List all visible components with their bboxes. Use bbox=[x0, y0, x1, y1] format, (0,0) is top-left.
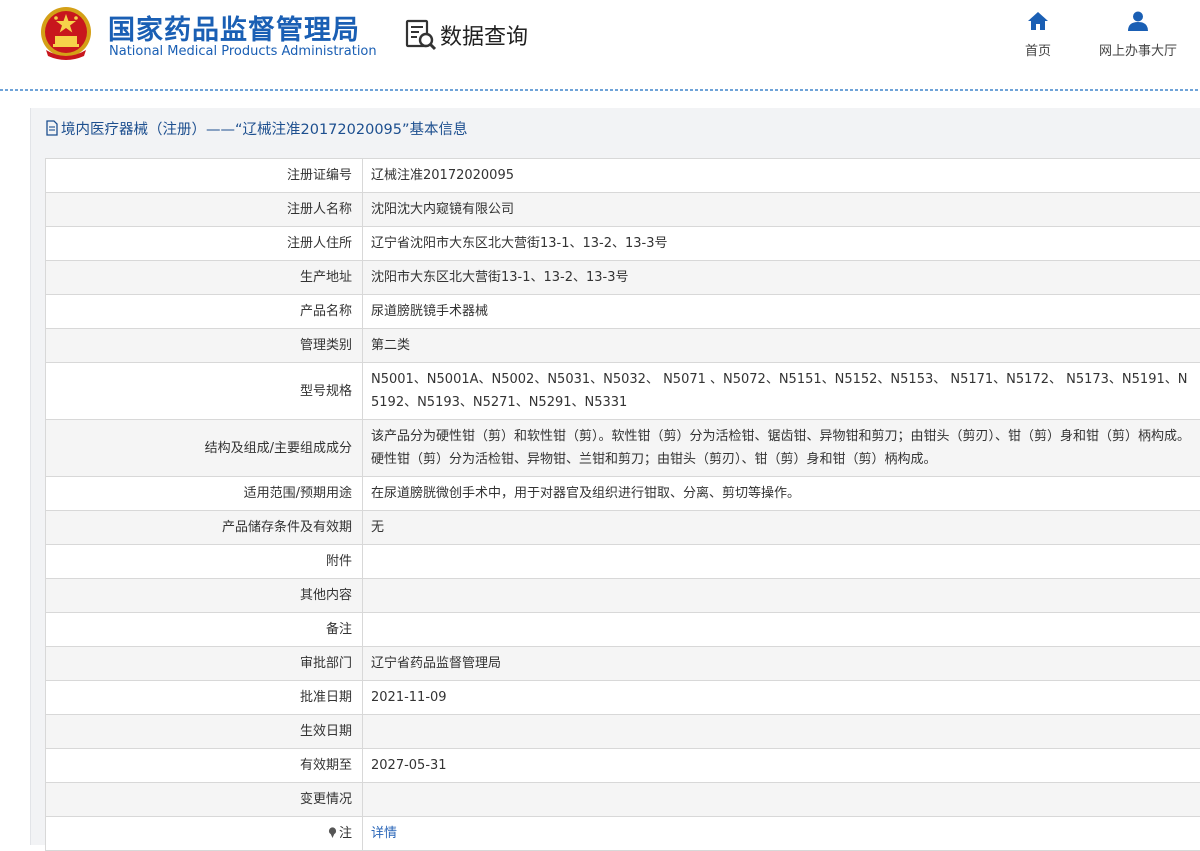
row-value: 沈阳市大东区北大营街13-1、13-2、13-3号 bbox=[363, 261, 1200, 295]
row-value: 2027-05-31 bbox=[363, 749, 1200, 783]
row-value: 2021-11-09 bbox=[363, 681, 1200, 715]
document-search-icon bbox=[404, 18, 438, 52]
row-label: 生效日期 bbox=[46, 715, 363, 749]
row-label: 生产地址 bbox=[46, 261, 363, 295]
header-divider bbox=[0, 89, 1200, 91]
user-icon bbox=[1126, 10, 1150, 32]
table-row: 产品储存条件及有效期 无 bbox=[46, 511, 1200, 545]
row-value bbox=[363, 783, 1200, 817]
national-emblem-icon bbox=[40, 6, 92, 60]
note-value-cell: 详情 bbox=[363, 817, 1200, 851]
row-label: 有效期至 bbox=[46, 749, 363, 783]
row-label: 变更情况 bbox=[46, 783, 363, 817]
nav-online-service-hall-label: 网上办事大厅 bbox=[1093, 40, 1183, 59]
nav-online-service-hall[interactable]: 网上办事大厅 bbox=[1093, 10, 1183, 59]
row-label: 产品名称 bbox=[46, 295, 363, 329]
table-row: 注册人名称 沈阳沈大内窥镜有限公司 bbox=[46, 193, 1200, 227]
row-value: 沈阳沈大内窥镜有限公司 bbox=[363, 193, 1200, 227]
note-label-cell: 注 bbox=[46, 817, 363, 851]
row-value bbox=[363, 715, 1200, 749]
table-row: 附件 bbox=[46, 545, 1200, 579]
panel-header: 境内医疗器械（注册）——“辽械注准20172020095”基本信息 bbox=[31, 108, 1200, 148]
table-row: 生效日期 bbox=[46, 715, 1200, 749]
row-label: 型号规格 bbox=[46, 363, 363, 420]
table-row: 变更情况 bbox=[46, 783, 1200, 817]
row-value: 辽械注准20172020095 bbox=[363, 159, 1200, 193]
note-label: 注 bbox=[339, 826, 352, 841]
row-value bbox=[363, 545, 1200, 579]
row-label: 管理类别 bbox=[46, 329, 363, 363]
table-row: 生产地址 沈阳市大东区北大营街13-1、13-2、13-3号 bbox=[46, 261, 1200, 295]
row-label: 批准日期 bbox=[46, 681, 363, 715]
data-query-link[interactable]: 数据查询 bbox=[404, 18, 528, 52]
home-icon bbox=[1026, 10, 1050, 32]
table-row: 注册证编号 辽械注准20172020095 bbox=[46, 159, 1200, 193]
row-value: 该产品分为硬性钳（剪）和软性钳（剪）。软性钳（剪）分为活检钳、锯齿钳、异物钳和剪… bbox=[363, 420, 1200, 477]
row-value: 辽宁省沈阳市大东区北大营街13-1、13-2、13-3号 bbox=[363, 227, 1200, 261]
table-row: 产品名称 尿道膀胱镜手术器械 bbox=[46, 295, 1200, 329]
pin-icon bbox=[328, 827, 337, 838]
row-label: 备注 bbox=[46, 613, 363, 647]
site-header: 国家药品监督管理局 National Medical Products Admi… bbox=[0, 0, 1200, 90]
row-label: 注册人住所 bbox=[46, 227, 363, 261]
org-name-en: National Medical Products Administration bbox=[109, 44, 377, 59]
row-value bbox=[363, 579, 1200, 613]
row-label: 适用范围/预期用途 bbox=[46, 477, 363, 511]
document-icon bbox=[45, 120, 59, 136]
registration-info-table: 注册证编号 辽械注准20172020095 注册人名称 沈阳沈大内窥镜有限公司 … bbox=[45, 158, 1200, 851]
row-label: 产品储存条件及有效期 bbox=[46, 511, 363, 545]
row-value: 尿道膀胱镜手术器械 bbox=[363, 295, 1200, 329]
row-label: 附件 bbox=[46, 545, 363, 579]
details-link[interactable]: 详情 bbox=[371, 826, 397, 841]
nav-home-label: 首页 bbox=[993, 40, 1083, 59]
detail-panel: 境内医疗器械（注册）——“辽械注准20172020095”基本信息 注册证编号 … bbox=[30, 108, 1200, 845]
table-row: 适用范围/预期用途 在尿道膀胱微创手术中，用于对器官及组织进行钳取、分离、剪切等… bbox=[46, 477, 1200, 511]
row-value bbox=[363, 613, 1200, 647]
row-label: 审批部门 bbox=[46, 647, 363, 681]
row-value: 在尿道膀胱微创手术中，用于对器官及组织进行钳取、分离、剪切等操作。 bbox=[363, 477, 1200, 511]
table-row: 型号规格 N5001、N5001A、N5002、N5031、N5032、 N50… bbox=[46, 363, 1200, 420]
row-label: 结构及组成/主要组成成分 bbox=[46, 420, 363, 477]
table-row: 批准日期 2021-11-09 bbox=[46, 681, 1200, 715]
table-row: 备注 bbox=[46, 613, 1200, 647]
row-value: 第二类 bbox=[363, 329, 1200, 363]
org-name-cn: 国家药品监督管理局 bbox=[108, 8, 360, 47]
row-label: 注册人名称 bbox=[46, 193, 363, 227]
row-label: 注册证编号 bbox=[46, 159, 363, 193]
table-row: 有效期至 2027-05-31 bbox=[46, 749, 1200, 783]
table-row: 其他内容 bbox=[46, 579, 1200, 613]
table-row-note: 注 详情 bbox=[46, 817, 1200, 851]
nav-home[interactable]: 首页 bbox=[993, 10, 1083, 59]
table-row: 注册人住所 辽宁省沈阳市大东区北大营街13-1、13-2、13-3号 bbox=[46, 227, 1200, 261]
row-value: 辽宁省药品监督管理局 bbox=[363, 647, 1200, 681]
row-value: N5001、N5001A、N5002、N5031、N5032、 N5071 、N… bbox=[363, 363, 1200, 420]
row-label: 其他内容 bbox=[46, 579, 363, 613]
panel-title: 境内医疗器械（注册）——“辽械注准20172020095”基本信息 bbox=[61, 118, 468, 139]
table-row: 审批部门 辽宁省药品监督管理局 bbox=[46, 647, 1200, 681]
table-row: 结构及组成/主要组成成分 该产品分为硬性钳（剪）和软性钳（剪）。软性钳（剪）分为… bbox=[46, 420, 1200, 477]
data-query-label: 数据查询 bbox=[440, 19, 528, 51]
table-row: 管理类别 第二类 bbox=[46, 329, 1200, 363]
row-value: 无 bbox=[363, 511, 1200, 545]
